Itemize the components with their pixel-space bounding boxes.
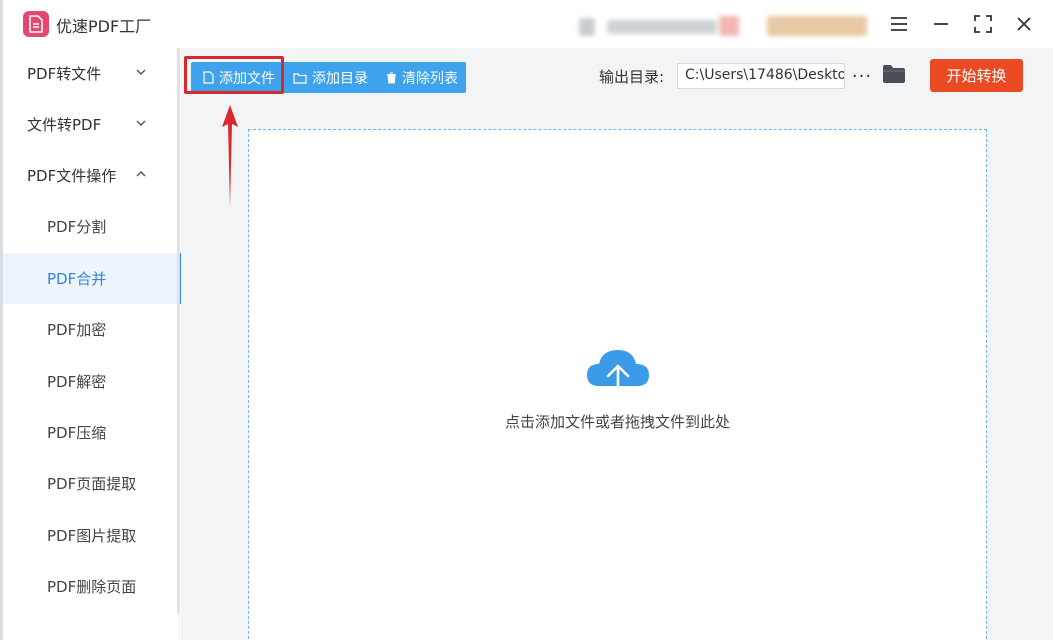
- minimize-icon[interactable]: [927, 10, 955, 38]
- sidebar-item-pdf-merge[interactable]: PDF合并: [3, 253, 181, 304]
- title-bar: 优速PDF工厂: [3, 0, 1053, 48]
- blurred-user-info: [767, 16, 867, 36]
- drop-zone-hint: 点击添加文件或者拖拽文件到此处: [504, 413, 730, 431]
- cloud-upload-icon: [587, 350, 649, 402]
- chevron-up-icon: [136, 171, 146, 177]
- chevron-down-icon: [136, 120, 146, 126]
- sidebar-group-file-to-pdf[interactable]: 文件转PDF: [3, 99, 180, 150]
- sidebar: PDF转文件 文件转PDF PDF文件操作 PDF分割 PDF合并 PDF加密 …: [3, 48, 181, 640]
- chevron-down-icon: [136, 69, 146, 75]
- sidebar-item-label: PDF合并: [47, 270, 107, 288]
- blurred-user-info: [579, 18, 595, 36]
- blurred-user-info: [607, 20, 717, 34]
- add-file-button[interactable]: 添加文件: [203, 62, 275, 93]
- sidebar-item-label: PDF压缩: [47, 424, 107, 442]
- add-file-label: 添加文件: [219, 70, 275, 87]
- sidebar-item-label: PDF删除页面: [47, 578, 137, 596]
- menu-icon[interactable]: [885, 10, 913, 38]
- sidebar-item-label: PDF加密: [47, 321, 107, 339]
- blurred-user-info: [719, 16, 739, 36]
- sidebar-item-pdf-encrypt[interactable]: PDF加密: [3, 304, 180, 355]
- fullscreen-icon[interactable]: [969, 10, 997, 38]
- sidebar-item-pdf-page-extract[interactable]: PDF页面提取: [3, 458, 180, 509]
- sidebar-item-label: PDF文件操作: [27, 167, 117, 185]
- sidebar-item-label: PDF图片提取: [47, 527, 137, 545]
- sidebar-item-pdf-image-extract[interactable]: PDF图片提取: [3, 510, 180, 561]
- add-directory-button[interactable]: 添加目录: [293, 62, 368, 93]
- app-logo-icon: [23, 11, 49, 37]
- clear-list-label: 清除列表: [402, 70, 458, 87]
- sidebar-item-label: PDF解密: [47, 373, 107, 391]
- more-options-button[interactable]: ···: [852, 63, 872, 89]
- sidebar-item-label: 文件转PDF: [27, 116, 102, 134]
- folder-icon[interactable]: [882, 64, 906, 88]
- output-dir-label: 输出目录:: [599, 68, 665, 86]
- sidebar-item-label: PDF转文件: [27, 65, 102, 83]
- sidebar-item-pdf-compress[interactable]: PDF压缩: [3, 407, 180, 458]
- file-toolbar: 添加文件 添加目录 清除列表: [191, 62, 466, 93]
- output-dir-input[interactable]: C:\Users\17486\Deskto: [677, 63, 845, 89]
- sidebar-item-pdf-split[interactable]: PDF分割: [3, 201, 180, 252]
- add-directory-label: 添加目录: [312, 70, 368, 87]
- sidebar-item-label: PDF分割: [47, 218, 107, 236]
- sidebar-group-pdf-to-file[interactable]: PDF转文件: [3, 48, 180, 99]
- sidebar-scrollbar[interactable]: [177, 48, 180, 614]
- folder-outline-icon: [293, 72, 307, 84]
- start-convert-button[interactable]: 开始转换: [930, 59, 1023, 92]
- clear-list-button[interactable]: 清除列表: [386, 62, 458, 93]
- file-drop-zone[interactable]: 点击添加文件或者拖拽文件到此处: [248, 129, 987, 640]
- app-title: 优速PDF工厂: [56, 17, 152, 36]
- sidebar-item-label: PDF页面提取: [47, 475, 137, 493]
- main-panel: 添加文件 添加目录 清除列表 输出目录: C:\Users\17486\Desk…: [181, 48, 1053, 640]
- close-icon[interactable]: [1010, 10, 1038, 38]
- file-icon: [203, 71, 214, 84]
- sidebar-item-pdf-decrypt[interactable]: PDF解密: [3, 356, 180, 407]
- trash-icon: [387, 72, 396, 83]
- red-arrow-annotation: [222, 105, 238, 207]
- sidebar-item-pdf-delete-page[interactable]: PDF删除页面: [3, 561, 180, 612]
- sidebar-group-pdf-operations[interactable]: PDF文件操作: [3, 150, 180, 201]
